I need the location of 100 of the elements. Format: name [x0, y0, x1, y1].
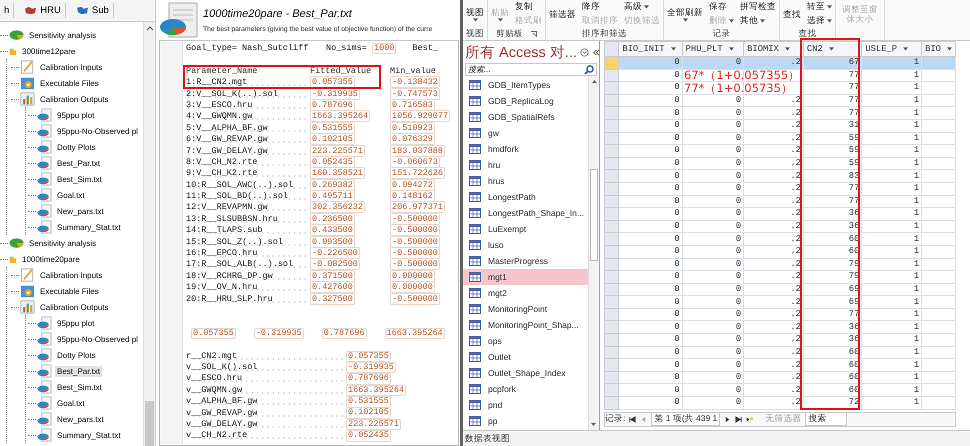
tree-item[interactable]: Calibration Inputs: [38, 270, 104, 280]
ribbon-button[interactable]: 视图: [466, 6, 484, 22]
table-row[interactable]: 0 0 .2 67 1: [604, 56, 956, 70]
collapse-icon[interactable]: [592, 48, 601, 56]
tree-item[interactable]: Goal.txt: [55, 190, 87, 200]
tree-item[interactable]: Calibration Outputs: [38, 302, 110, 312]
tree-item[interactable]: Dotty Plots: [55, 142, 98, 152]
ribbon-button[interactable]: 降序: [582, 1, 618, 13]
table-list-item[interactable]: GDB_SpatialRefs: [463, 109, 588, 125]
table-list-item[interactable]: Outlet_Shape_Index: [463, 365, 588, 381]
tree-item[interactable]: Summary_Stat.txt: [55, 430, 123, 440]
tree-item[interactable]: New_pars.txt: [55, 206, 106, 216]
record-position-field[interactable]: 第 1 项(共 439 1: [651, 412, 720, 426]
tab[interactable]: HRU: [20, 3, 66, 18]
scroll-thumb[interactable]: [145, 401, 154, 446]
search-field[interactable]: 搜索: [805, 412, 848, 426]
ribbon-button[interactable]: 保存: [709, 1, 734, 13]
tree-item[interactable]: Executable Files: [38, 286, 101, 296]
scroll-down-icon[interactable]: [590, 422, 597, 427]
pie-document-icon: [37, 172, 52, 186]
table-list-item[interactable]: ops: [463, 333, 588, 349]
first-record-icon[interactable]: [629, 416, 636, 423]
ribbon-button[interactable]: 选择: [807, 15, 832, 27]
tree-item[interactable]: 95ppu plot: [55, 110, 96, 120]
table-list-item[interactable]: LongestPath_Shape_In...: [463, 205, 588, 221]
column-header[interactable]: BIO: [922, 42, 956, 56]
tree-item[interactable]: Executable Files: [38, 78, 101, 88]
table-list-item[interactable]: GDB_ItemTypes: [463, 77, 588, 93]
tree-item[interactable]: Summary_Stat.txt: [55, 222, 123, 232]
scrollbar[interactable]: [588, 76, 599, 430]
tab[interactable]: Sub: [72, 3, 114, 18]
table-list-item[interactable]: pnd: [463, 397, 588, 413]
column-header[interactable]: PHU_PLT: [682, 42, 744, 56]
tree-item[interactable]: New_pars.txt: [55, 414, 106, 424]
ribbon-button[interactable]: 筛选器: [549, 9, 576, 19]
tree-item[interactable]: Sensitivity analysis: [27, 30, 98, 40]
table-list-item[interactable]: mgt2: [463, 285, 588, 301]
table-list-item[interactable]: Outlet: [463, 349, 588, 365]
table-list-item[interactable]: mgt1: [463, 269, 588, 285]
table-cell: .2: [744, 106, 804, 120]
scrollbar[interactable]: [143, 22, 155, 446]
table-list-item[interactable]: GDB_ReplicaLog: [463, 93, 588, 109]
tree-item[interactable]: Goal.txt: [55, 398, 87, 408]
column-header[interactable]: BIOMIX: [744, 42, 804, 56]
table-list-item[interactable]: MasterProgress: [463, 253, 588, 269]
table-list-item[interactable]: LongestPath: [463, 189, 588, 205]
ribbon-button[interactable]: 拼写检查: [740, 1, 776, 13]
scroll-up-icon[interactable]: [146, 25, 154, 31]
ribbon-button[interactable]: 其他: [740, 15, 776, 27]
tree-item[interactable]: 300time12pare: [20, 46, 78, 56]
table-list-item[interactable]: gw: [463, 125, 588, 141]
table-list-item[interactable]: hmdfork: [463, 141, 588, 157]
tree-item[interactable]: Dotty Plots: [55, 350, 98, 360]
table-row[interactable]: 0 0 .2 77 1: [604, 182, 956, 196]
table-list-item[interactable]: luso: [463, 237, 588, 253]
table-list-item[interactable]: MonitoringPoint: [463, 301, 588, 317]
tree-item[interactable]: Sensitivity analysis: [27, 238, 98, 248]
tree-item[interactable]: 1000time20pare: [20, 254, 82, 264]
table-row[interactable]: 0 0 .2 77 1: [604, 195, 956, 208]
table-cell: .2: [744, 157, 804, 170]
table-cell: 77: [803, 69, 862, 82]
table-row[interactable]: 0 0 .2 77 1: [604, 308, 956, 321]
code-value: -0.500000: [390, 212, 440, 225]
new-record-icon[interactable]: [746, 416, 754, 423]
tree-item[interactable]: Calibration Outputs: [38, 94, 110, 104]
last-record-icon[interactable]: [735, 416, 742, 423]
table-list-item[interactable]: LuExempt: [463, 221, 588, 237]
table-list-item[interactable]: pcpfork: [463, 381, 588, 397]
table-row[interactable]: 0 0 .2 77 1: [604, 106, 956, 120]
table-list-item[interactable]: MonitoringPoint_Shap...: [463, 317, 588, 333]
dialog-launcher-icon[interactable]: [531, 31, 537, 37]
ribbon-button[interactable]: 复制: [515, 1, 542, 13]
search-field[interactable]: 搜索...: [465, 63, 597, 76]
ribbon-button[interactable]: 全部刷新: [667, 6, 703, 22]
tree-item[interactable]: 95ppu-No-Observed pl: [55, 126, 140, 136]
column-header[interactable]: USLE_P: [862, 42, 922, 56]
tree-item[interactable]: Best_Par.txt: [55, 366, 102, 376]
tree-item[interactable]: 95ppu plot: [55, 318, 96, 328]
next-record-icon[interactable]: [724, 416, 732, 423]
code-value: 151.722626: [390, 167, 446, 180]
column-header[interactable]: BIO_INIT: [618, 42, 682, 56]
ribbon-button[interactable]: 查找: [783, 9, 801, 19]
tree-item[interactable]: 95ppu-No-Observed pl: [55, 334, 140, 344]
table-list-item[interactable]: hrus: [463, 173, 588, 189]
ribbon-button[interactable]: 转至: [807, 1, 832, 13]
tree-item[interactable]: Best_Par.txt: [55, 158, 102, 168]
tree-item[interactable]: Best_Sim.txt: [55, 174, 104, 184]
tree-item[interactable]: Calibration Inputs: [38, 62, 104, 72]
table-cell: 1: [862, 119, 922, 132]
column-header[interactable]: CN2: [803, 42, 862, 56]
dropdown-circle-icon[interactable]: [580, 48, 589, 56]
tab[interactable]: h: [0, 3, 14, 18]
scroll-thumb[interactable]: [590, 169, 598, 261]
table-list-item[interactable]: hru: [463, 157, 588, 173]
scroll-up-icon[interactable]: [590, 79, 598, 84]
ribbon-button[interactable]: 高级: [624, 1, 660, 13]
table-row[interactable]: 0 0 .2 77 1: [604, 94, 956, 107]
tree-item[interactable]: Best_Sim.txt: [55, 382, 104, 392]
table-row[interactable]: 0 0 .2 31 1: [604, 119, 956, 132]
table-list-item[interactable]: pp: [463, 413, 588, 429]
